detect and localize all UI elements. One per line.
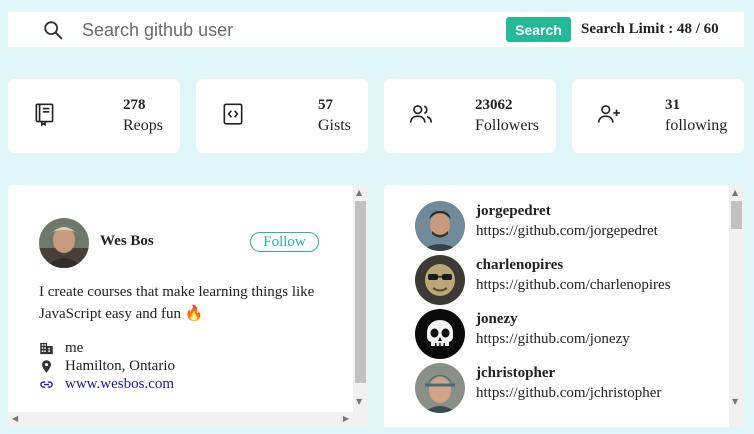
search-limit: Search Limit : 48 / 60 bbox=[581, 21, 719, 37]
scroll-up-arrow[interactable]: ▲ bbox=[356, 189, 362, 197]
followers-panel-vertical-scrollbar[interactable]: ▲ ▼ bbox=[729, 185, 744, 427]
follower-url[interactable]: https://github.com/jchristopher bbox=[476, 385, 661, 402]
follower-avatar bbox=[415, 363, 465, 413]
follower-avatar bbox=[415, 309, 465, 359]
user-panel: Wes Bos Follow I create courses that mak… bbox=[8, 185, 368, 427]
stat-label: Gists bbox=[318, 117, 351, 134]
user-plus-icon bbox=[597, 105, 620, 123]
scrollbar-thumb[interactable] bbox=[355, 201, 366, 383]
user-bio-text: I create courses that make learning thin… bbox=[39, 284, 315, 322]
user-name: Wes Bos bbox=[100, 233, 154, 249]
building-icon bbox=[40, 342, 53, 354]
scrollbar-thumb[interactable] bbox=[731, 201, 742, 229]
stat-card-followers: 23062 Followers bbox=[384, 79, 556, 153]
search-bar: Search Search Limit : 48 / 60 bbox=[8, 12, 744, 47]
users-icon bbox=[409, 105, 433, 123]
scroll-down-arrow[interactable]: ▼ bbox=[732, 398, 738, 406]
stat-label: Reops bbox=[123, 117, 163, 134]
scroll-left-arrow[interactable]: ◀ bbox=[12, 415, 18, 423]
user-location: Hamilton, Ontario bbox=[65, 357, 175, 374]
stat-label: following bbox=[665, 117, 728, 134]
follower-avatar bbox=[415, 255, 465, 305]
blog-row: www.wesbos.com bbox=[39, 375, 174, 393]
follower-url[interactable]: https://github.com/charlenopires bbox=[476, 277, 671, 294]
user-company: me bbox=[65, 339, 84, 356]
stat-label: Followers bbox=[475, 117, 539, 134]
user-bio: I create courses that make learning thin… bbox=[39, 282, 329, 325]
follower-url[interactable]: https://github.com/jonezy bbox=[476, 331, 630, 348]
scroll-right-arrow[interactable]: ▶ bbox=[343, 415, 349, 423]
follower-item[interactable]: jchristopher https://github.com/jchristo… bbox=[415, 363, 715, 413]
scroll-down-arrow[interactable]: ▼ bbox=[356, 398, 362, 406]
stat-card-following: 31 following bbox=[572, 79, 744, 153]
user-blog-link[interactable]: www.wesbos.com bbox=[65, 376, 174, 393]
followers-panel: jorgepedret https://github.com/jorgepedr… bbox=[384, 185, 744, 427]
book-icon bbox=[35, 103, 54, 127]
follower-url[interactable]: https://github.com/jorgepedret bbox=[476, 223, 658, 240]
follower-item[interactable]: jorgepedret https://github.com/jorgepedr… bbox=[415, 201, 715, 251]
stat-value: 278 bbox=[123, 97, 146, 113]
user-panel-vertical-scrollbar[interactable]: ▲ ▼ bbox=[353, 185, 368, 427]
follower-item[interactable]: charlenopires https://github.com/charlen… bbox=[415, 255, 715, 305]
follower-login: jorgepedret bbox=[476, 203, 551, 219]
link-icon bbox=[40, 380, 53, 388]
scroll-up-arrow[interactable]: ▲ bbox=[732, 189, 738, 197]
search-icon bbox=[44, 21, 63, 40]
follow-button[interactable]: Follow bbox=[250, 232, 319, 252]
code-icon bbox=[223, 103, 243, 125]
follower-login: charlenopires bbox=[476, 257, 564, 273]
stat-card-repos: 278 Reops bbox=[8, 79, 180, 153]
follower-login: jonezy bbox=[476, 311, 518, 327]
search-button[interactable]: Search bbox=[506, 17, 571, 42]
location-pin-icon bbox=[42, 359, 51, 373]
follower-item[interactable]: jonezy https://github.com/jonezy bbox=[415, 309, 715, 359]
user-avatar bbox=[39, 218, 89, 268]
fire-emoji: 🔥 bbox=[184, 304, 204, 322]
search-input[interactable] bbox=[82, 17, 482, 43]
user-panel-horizontal-scrollbar[interactable]: ◀ ▶ bbox=[8, 412, 353, 427]
company-row: me bbox=[39, 339, 83, 357]
location-row: Hamilton, Ontario bbox=[39, 357, 175, 375]
follower-login: jchristopher bbox=[476, 365, 556, 381]
stat-value: 23062 bbox=[475, 97, 513, 113]
stat-value: 31 bbox=[665, 97, 680, 113]
stat-card-gists: 57 Gists bbox=[196, 79, 368, 153]
stat-value: 57 bbox=[318, 97, 333, 113]
follower-avatar bbox=[415, 201, 465, 251]
